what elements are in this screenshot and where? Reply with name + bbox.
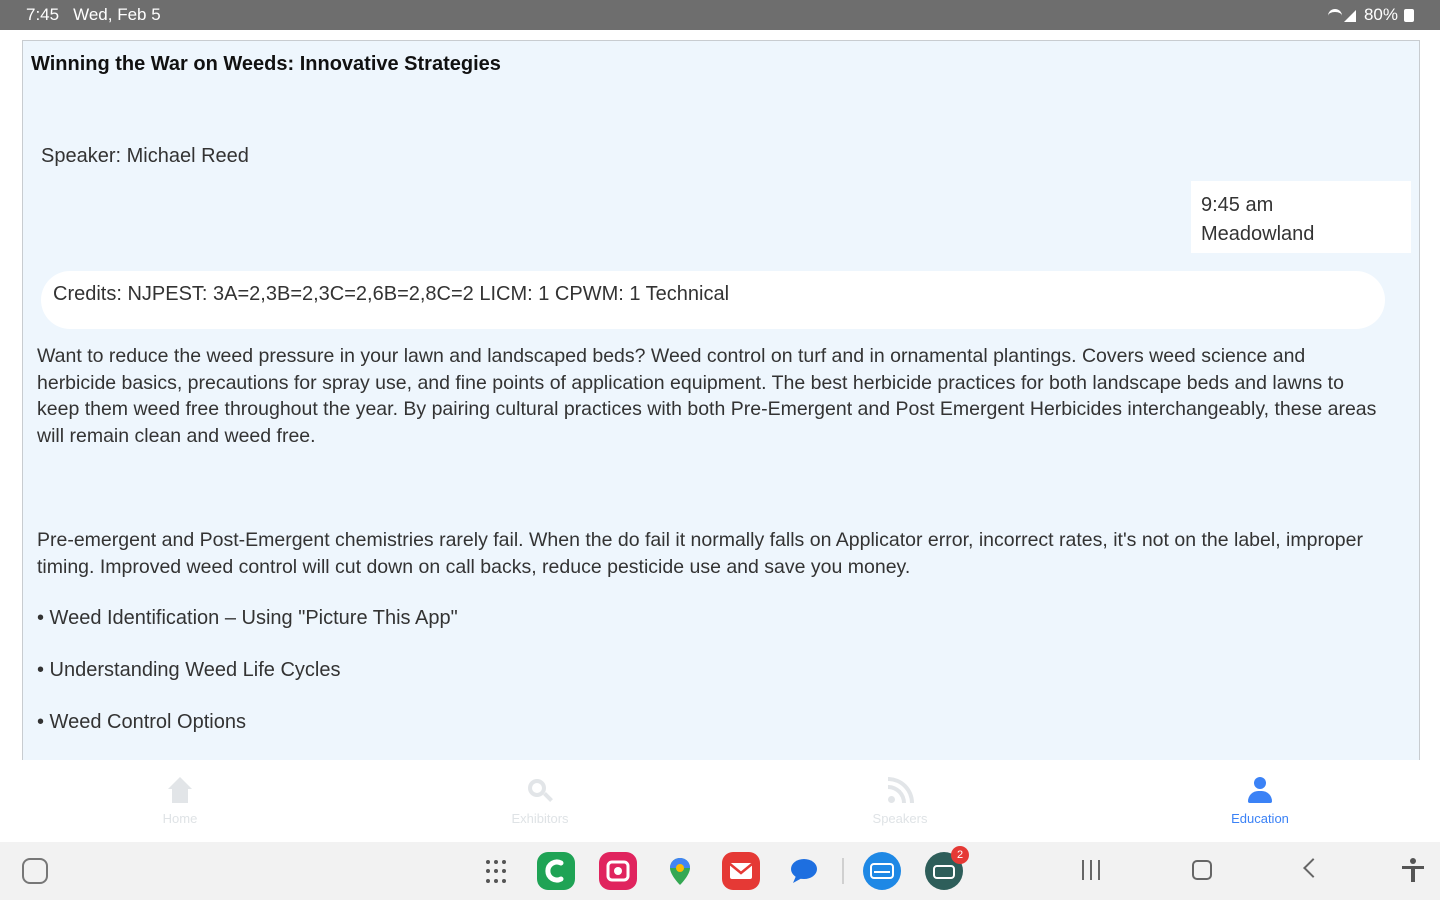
list-item: • Understanding Weed Life Cycles (37, 659, 341, 681)
speaker-name: Speaker: Michael Reed (41, 145, 249, 167)
messages-app-icon[interactable] (785, 852, 823, 890)
battery-percent: 80% (1363, 5, 1398, 24)
accessibility-icon[interactable] (1402, 858, 1424, 882)
session-time: 9:45 am (1201, 194, 1274, 216)
nav-speakers[interactable]: Speakers (720, 760, 1080, 842)
nav-education[interactable]: Education (1080, 760, 1440, 842)
session-location: Meadowland (1201, 223, 1315, 245)
signal-icon (1327, 8, 1358, 22)
notification-badge: 2 (951, 846, 969, 864)
person-icon (1246, 776, 1274, 805)
taskbar-divider (842, 858, 844, 884)
home-button[interactable] (1192, 860, 1212, 880)
nav-speakers-label: Speakers (872, 810, 928, 826)
recents-button[interactable] (1082, 860, 1100, 880)
session-detail-panel[interactable]: Winning the War on Weeds: Innovative Str… (22, 40, 1420, 762)
nav-education-label: Education (1231, 810, 1289, 826)
home-icon (166, 776, 194, 805)
back-button[interactable] (1303, 858, 1323, 878)
phone-app-icon[interactable] (537, 852, 575, 890)
rss-icon (886, 776, 914, 805)
list-item: • Weed Control Options (37, 711, 246, 733)
status-date: Wed, Feb 5 (73, 5, 161, 24)
nav-home-label: Home (162, 810, 198, 826)
bottom-nav: Home Exhibitors Speakers Education (0, 760, 1440, 842)
app-drawer-icon[interactable] (486, 860, 510, 884)
session-description: Want to reduce the weed pressure in your… (37, 345, 1377, 447)
session-description-2: Pre-emergent and Post-Emergent chemistri… (37, 529, 1363, 578)
browser-app-icon[interactable] (863, 852, 901, 890)
nav-exhibitors-label: Exhibitors (511, 810, 569, 826)
list-item: • Weed Identification – Using "Picture T… (37, 607, 458, 629)
store-app-icon[interactable]: 2 (925, 846, 969, 890)
battery-icon (1404, 8, 1414, 22)
system-taskbar: 2 (0, 842, 1440, 900)
search-icon (526, 777, 554, 805)
email-app-icon[interactable] (722, 852, 760, 890)
camera-app-icon[interactable] (599, 852, 637, 890)
recent-apps-icon[interactable] (22, 858, 48, 884)
session-credits: Credits: NJPEST: 3A=2,3B=2,3C=2,6B=2,8C=… (41, 271, 1385, 329)
maps-app-icon[interactable] (661, 852, 699, 890)
nav-home[interactable]: Home (0, 760, 360, 842)
session-title: Winning the War on Weeds: Innovative Str… (31, 53, 501, 75)
session-time-location: 9:45 am Meadowland (1191, 181, 1411, 253)
nav-exhibitors[interactable]: Exhibitors (360, 760, 720, 842)
status-time: 7:45 (26, 5, 60, 24)
status-bar: 7:45 Wed, Feb 5 80% (0, 0, 1440, 30)
